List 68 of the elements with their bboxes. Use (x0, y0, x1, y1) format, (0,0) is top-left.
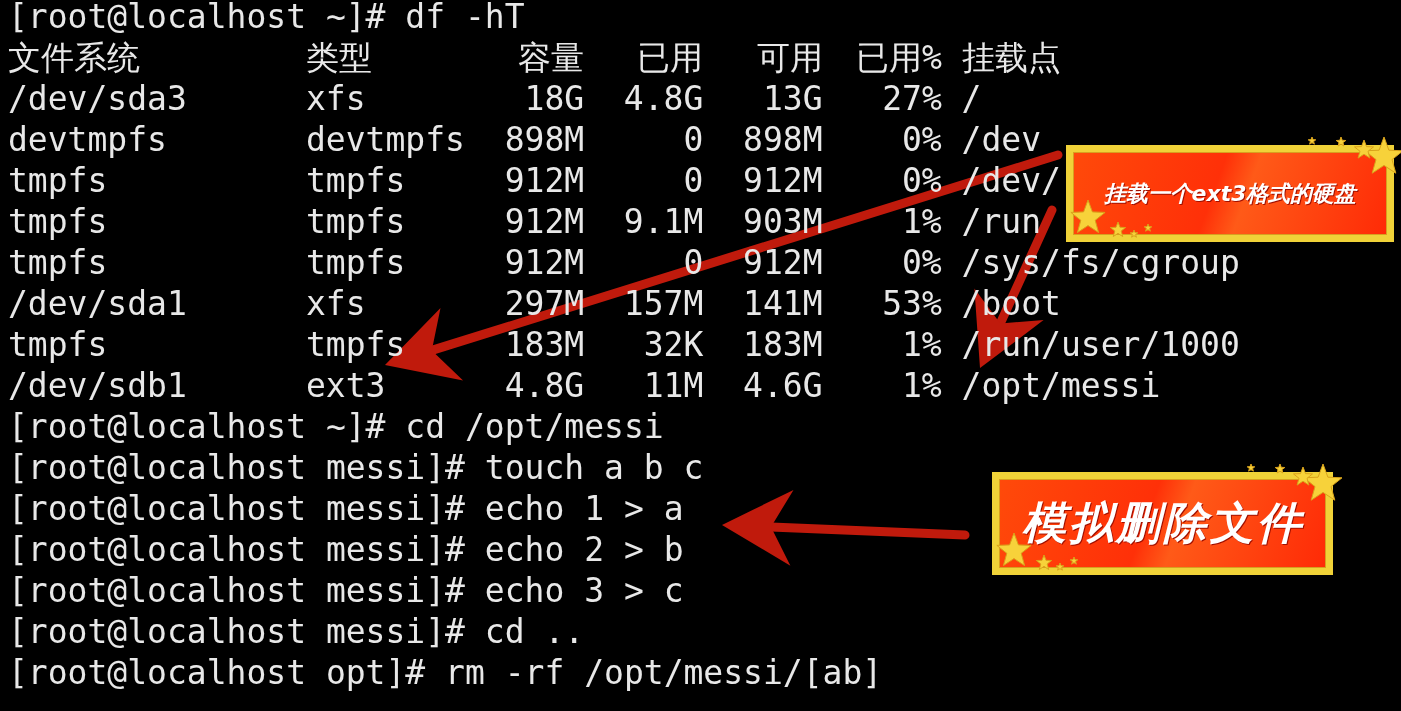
command-line: [root@localhost messi]# touch a b c (8, 448, 704, 487)
table-cell: 4.8G (623, 79, 704, 118)
table-cell: tmpfs (8, 202, 108, 241)
column-header: 已用% (855, 38, 942, 77)
table-cell: 0% (902, 120, 942, 159)
table-cell: xfs (306, 79, 366, 118)
table-cell: 0 (683, 161, 704, 200)
table-cell: tmpfs (8, 325, 108, 364)
table-cell: 157M (623, 284, 704, 323)
table-cell: 912M (743, 243, 823, 282)
table-cell: /dev/sda1 (8, 284, 187, 323)
table-cell: 1% (902, 325, 942, 364)
table-cell: 0% (902, 161, 942, 200)
table-cell: 4.6G (743, 366, 823, 405)
command-line: [root@localhost messi]# echo 2 > b (8, 530, 684, 569)
table-cell: tmpfs (306, 325, 406, 364)
column-header: 文件系统 (8, 38, 140, 77)
table-cell: /dev (961, 120, 1042, 159)
table-cell: 898M (504, 120, 585, 159)
table-cell: tmpfs (306, 243, 406, 282)
table-cell: tmpfs (8, 161, 108, 200)
table-cell: 9.1M (623, 202, 704, 241)
command-line: [root@localhost opt]# rm -rf /opt/messi/[ab] (8, 653, 883, 692)
table-cell: 0% (902, 243, 942, 282)
table-cell: 1% (902, 202, 942, 241)
table-cell: /dev/sda3 (8, 79, 187, 118)
table-cell: 903M (743, 202, 823, 241)
table-cell: 32K (643, 325, 704, 364)
table-cell: / (961, 79, 982, 118)
table-cell: 141M (743, 284, 823, 323)
column-header: 类型 (306, 38, 372, 77)
table-cell: 18G (524, 79, 585, 118)
table-cell: 912M (743, 161, 823, 200)
table-cell: 183M (504, 325, 585, 364)
table-cell: 27% (882, 79, 942, 118)
table-cell: 912M (504, 243, 585, 282)
table-cell: 912M (504, 161, 585, 200)
table-cell: 183M (743, 325, 823, 364)
table-cell: 13G (762, 79, 823, 118)
column-header: 可用 (756, 38, 823, 77)
table-cell: tmpfs (306, 161, 406, 200)
command-line: [root@localhost messi]# cd .. (8, 612, 585, 651)
table-cell: xfs (306, 284, 366, 323)
table-cell: 1% (902, 366, 942, 405)
table-cell: /dev/sdb1 (8, 366, 187, 405)
command-line: [root@localhost ~]# cd /opt/messi (8, 407, 664, 446)
column-header: 容量 (518, 38, 585, 77)
table-cell: 297M (504, 284, 585, 323)
table-cell: 53% (882, 284, 942, 323)
table-cell: /run (961, 202, 1042, 241)
column-header: 已用 (637, 38, 704, 77)
table-cell: 898M (743, 120, 823, 159)
table-cell: tmpfs (306, 202, 406, 241)
table-cell: ext3 (306, 366, 386, 405)
table-cell: tmpfs (8, 243, 108, 282)
table-cell: 11M (643, 366, 704, 405)
table-cell: 912M (504, 202, 585, 241)
command-line: [root@localhost messi]# echo 3 > c (8, 571, 684, 610)
annotation-banner: 挂载一个ext3格式的硬盘 (1066, 145, 1394, 242)
command-line: [root@localhost messi]# echo 1 > a (8, 489, 684, 528)
table-cell: devtmpfs (306, 120, 465, 159)
table-cell: 0 (683, 120, 704, 159)
table-cell: 4.8G (504, 366, 585, 405)
column-header: 挂载点 (961, 38, 1061, 77)
table-cell: /opt/messi (961, 366, 1161, 405)
command-line: [root@localhost ~]# df -hT (8, 0, 525, 36)
table-cell: devtmpfs (8, 120, 167, 159)
annotation-banner: 模拟删除文件 (992, 472, 1333, 575)
